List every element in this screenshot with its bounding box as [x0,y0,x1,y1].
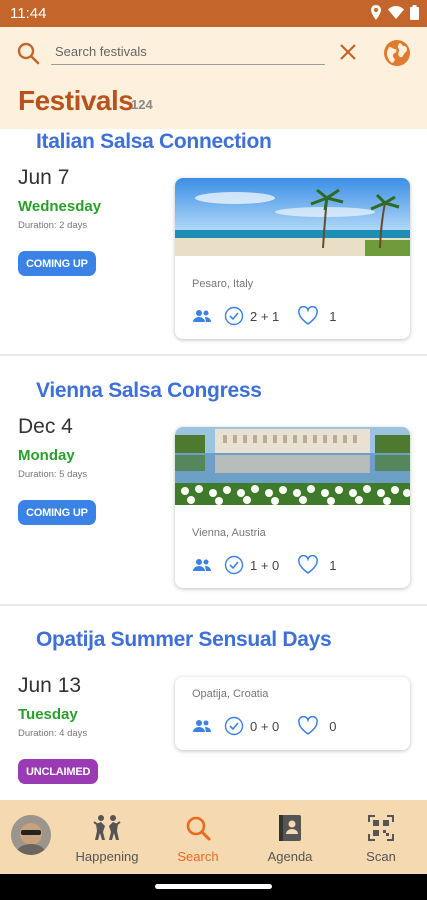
battery-icon [410,5,419,20]
festival-date: Dec 4 [18,415,73,438]
festival-item[interactable]: Opatija Summer Sensual Days Jun 13 Tuesd… [0,606,427,800]
festival-name[interactable]: Opatija Summer Sensual Days [36,628,332,652]
status-badge: COMING UP [18,500,96,525]
like-count: 1 [329,557,337,573]
user-avatar-image [11,815,51,855]
system-navigation-bar [0,874,427,900]
qr-scan-icon [368,815,394,841]
festival-weekday: Wednesday [18,198,102,215]
checkin-count: 2 + 1 [250,308,280,324]
nav-item-happening[interactable]: Happening [67,814,147,864]
festival-location: Pesaro, Italy [192,278,254,290]
festival-list[interactable]: Italian Salsa Connection Jun 7 Wednesday… [0,129,427,800]
search-bar [0,27,427,79]
location-icon [371,5,381,20]
search-input[interactable] [51,39,325,63]
festival-location: Vienna, Austria [192,527,266,539]
check-circle-icon [224,306,244,326]
festival-stats: 2 + 1 1 [192,306,337,326]
check-circle-icon [224,716,244,736]
festival-name[interactable]: Italian Salsa Connection [36,130,272,154]
festival-date: Jun 7 [18,166,70,189]
people-icon [193,310,211,322]
nav-item-agenda[interactable]: Agenda [250,814,330,864]
like-count: 0 [329,718,337,734]
heart-icon[interactable] [297,716,319,736]
festival-duration: Duration: 2 days [18,220,88,231]
nav-label: Scan [366,849,396,864]
festival-stats: 0 + 0 0 [192,716,337,736]
avatar[interactable] [11,815,51,855]
festival-duration: Duration: 5 days [18,469,88,480]
festival-image [175,427,410,505]
agenda-icon [279,815,301,841]
festival-stats: 1 + 0 1 [192,555,337,575]
festival-item[interactable]: Vienna Salsa Congress Dec 4 Monday Durat… [0,356,427,606]
bottom-navigation: Happening Search Agenda Scan [0,800,427,874]
nav-label: Agenda [267,849,313,864]
status-bar: 11:44 [0,0,427,27]
checkin-count: 1 + 0 [250,557,280,573]
festival-card[interactable]: Vienna, Austria 1 + 0 1 [175,427,410,588]
nav-label: Happening [75,849,139,864]
page-title: Festivals [18,85,134,116]
page-header: Festivals 124 [0,79,427,129]
status-icons [370,5,419,20]
check-circle-icon [224,555,244,575]
heart-icon[interactable] [297,306,319,326]
people-icon [193,559,211,571]
nav-item-search[interactable]: Search [158,814,238,864]
festival-image [175,178,410,256]
festival-card[interactable]: Opatija, Croatia 0 + 0 0 [175,677,410,750]
festival-item[interactable]: Italian Salsa Connection Jun 7 Wednesday… [0,129,427,356]
festival-name[interactable]: Vienna Salsa Congress [36,379,262,403]
festival-count: 124 [131,97,153,112]
search-icon[interactable] [16,41,40,65]
festival-weekday: Monday [18,447,75,464]
people-icon [193,720,211,732]
heart-icon[interactable] [297,555,319,575]
festival-duration: Duration: 4 days [18,728,88,739]
like-count: 1 [329,308,337,324]
checkin-count: 0 + 0 [250,718,280,734]
search-icon [186,816,211,841]
search-field[interactable] [51,39,325,65]
festival-card[interactable]: Pesaro, Italy 2 + 1 1 [175,178,410,339]
festival-date: Jun 13 [18,674,82,697]
nav-label: Search [177,849,219,864]
status-badge: UNCLAIMED [18,759,99,784]
dancers-icon [93,815,121,840]
wifi-icon [388,6,404,19]
status-time: 11:44 [10,5,47,22]
festival-weekday: Tuesday [18,706,78,723]
home-gesture-handle[interactable] [155,884,272,889]
nav-item-scan[interactable]: Scan [341,814,421,864]
festival-location: Opatija, Croatia [192,688,269,700]
status-badge: COMING UP [18,251,96,276]
close-icon[interactable] [338,42,358,62]
globe-icon[interactable] [383,39,411,67]
